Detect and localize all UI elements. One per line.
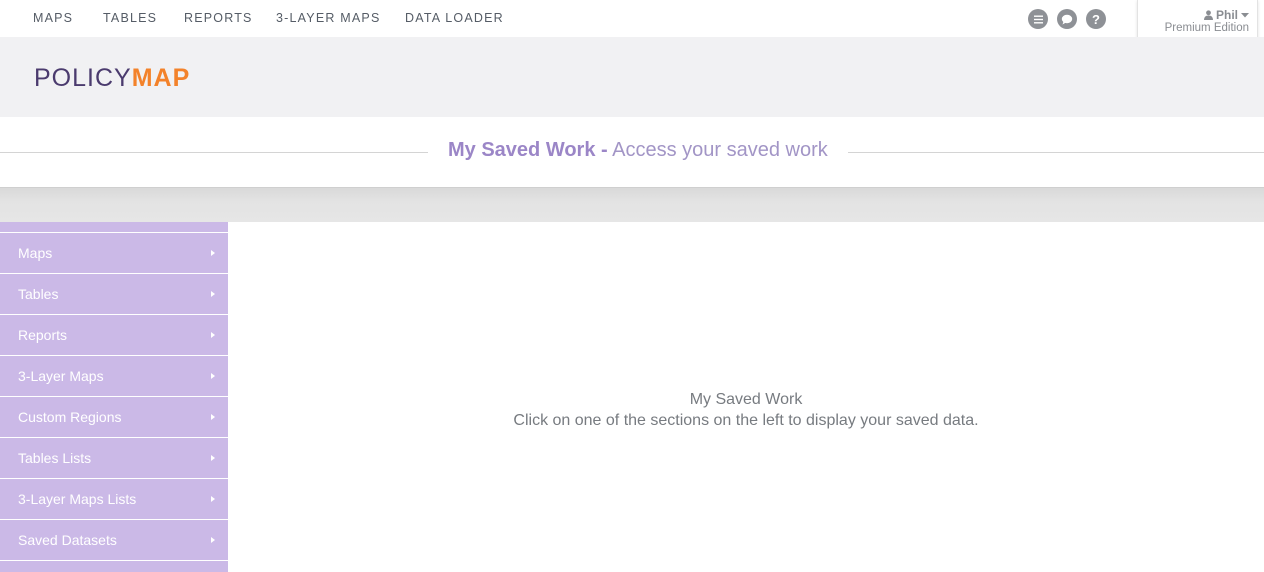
- toolbar-strip: [0, 187, 1264, 222]
- sidebar-item-3-layer-maps-lists[interactable]: 3-Layer Maps Lists: [0, 479, 228, 519]
- page-title: My Saved Work - Access your saved work: [448, 139, 828, 162]
- chevron-down-icon: [1241, 12, 1249, 17]
- caret-right-icon: [211, 291, 215, 297]
- nav-tables[interactable]: TABLES: [103, 11, 157, 25]
- user-name-row: Phil: [1203, 8, 1249, 22]
- nav-reports[interactable]: REPORTS: [184, 11, 253, 25]
- sidebar-item-custom-regions[interactable]: Custom Regions: [0, 397, 228, 437]
- page-title-light: Access your saved work: [612, 139, 828, 161]
- sidebar-item-reports[interactable]: Reports: [0, 315, 228, 355]
- nav-data-loader[interactable]: DATA LOADER: [405, 11, 504, 25]
- sidebar: Maps Tables Reports 3-Layer Maps Custom …: [0, 222, 228, 572]
- caret-right-icon: [211, 373, 215, 379]
- header-band: POLICYMAP: [0, 37, 1264, 117]
- page-title-strong: My Saved Work -: [448, 139, 608, 161]
- sidebar-item-label: Maps: [18, 245, 53, 261]
- user-icon: [1203, 10, 1213, 20]
- sidebar-item-label: 3-Layer Maps: [18, 368, 104, 384]
- sidebar-item-3-layer-maps[interactable]: 3-Layer Maps: [0, 356, 228, 396]
- caret-right-icon: [211, 250, 215, 256]
- caret-right-icon: [211, 496, 215, 502]
- sidebar-item-label: Reports: [18, 327, 68, 343]
- caret-right-icon: [211, 537, 215, 543]
- caret-right-icon: [211, 455, 215, 461]
- sidebar-item-tables[interactable]: Tables: [0, 274, 228, 314]
- sidebar-item-maps[interactable]: Maps: [0, 233, 228, 273]
- top-nav: MAPS TABLES REPORTS 3-LAYER MAPS DATA LO…: [0, 0, 1264, 44]
- empty-state-text: Click on one of the sections on the left…: [513, 412, 979, 429]
- help-icon[interactable]: ?: [1086, 9, 1106, 29]
- sidebar-item-label: Saved Datasets: [18, 532, 117, 548]
- policymap-logo[interactable]: POLICYMAP: [34, 65, 190, 91]
- chat-icon[interactable]: [1057, 9, 1077, 29]
- logo-policy: POLICY: [34, 64, 132, 92]
- sidebar-item-label: 3-Layer Maps Lists: [18, 491, 137, 507]
- sidebar-item-tables-lists[interactable]: Tables Lists: [0, 438, 228, 478]
- nav-maps[interactable]: MAPS: [33, 11, 73, 25]
- sidebar-divider: [0, 560, 228, 561]
- sidebar-item-label: Custom Regions: [18, 409, 122, 425]
- empty-state-heading: My Saved Work: [689, 391, 803, 408]
- list-icon[interactable]: [1028, 9, 1048, 29]
- caret-right-icon: [211, 414, 215, 420]
- page-title-row: My Saved Work - Access your saved work: [0, 117, 1264, 187]
- divider-right: [848, 152, 1264, 153]
- divider-left: [0, 152, 428, 153]
- sidebar-item-label: Tables: [18, 286, 59, 302]
- sidebar-item-saved-datasets[interactable]: Saved Datasets: [0, 520, 228, 560]
- sidebar-item-label: Tables Lists: [18, 450, 92, 466]
- user-edition: Premium Edition: [1164, 22, 1249, 34]
- logo-map: MAP: [131, 64, 191, 92]
- user-name: Phil: [1215, 8, 1238, 22]
- caret-right-icon: [211, 332, 215, 338]
- nav-3-layer-maps[interactable]: 3-LAYER MAPS: [276, 11, 380, 25]
- empty-state-message: My Saved Work Click on one of the sectio…: [228, 389, 1264, 431]
